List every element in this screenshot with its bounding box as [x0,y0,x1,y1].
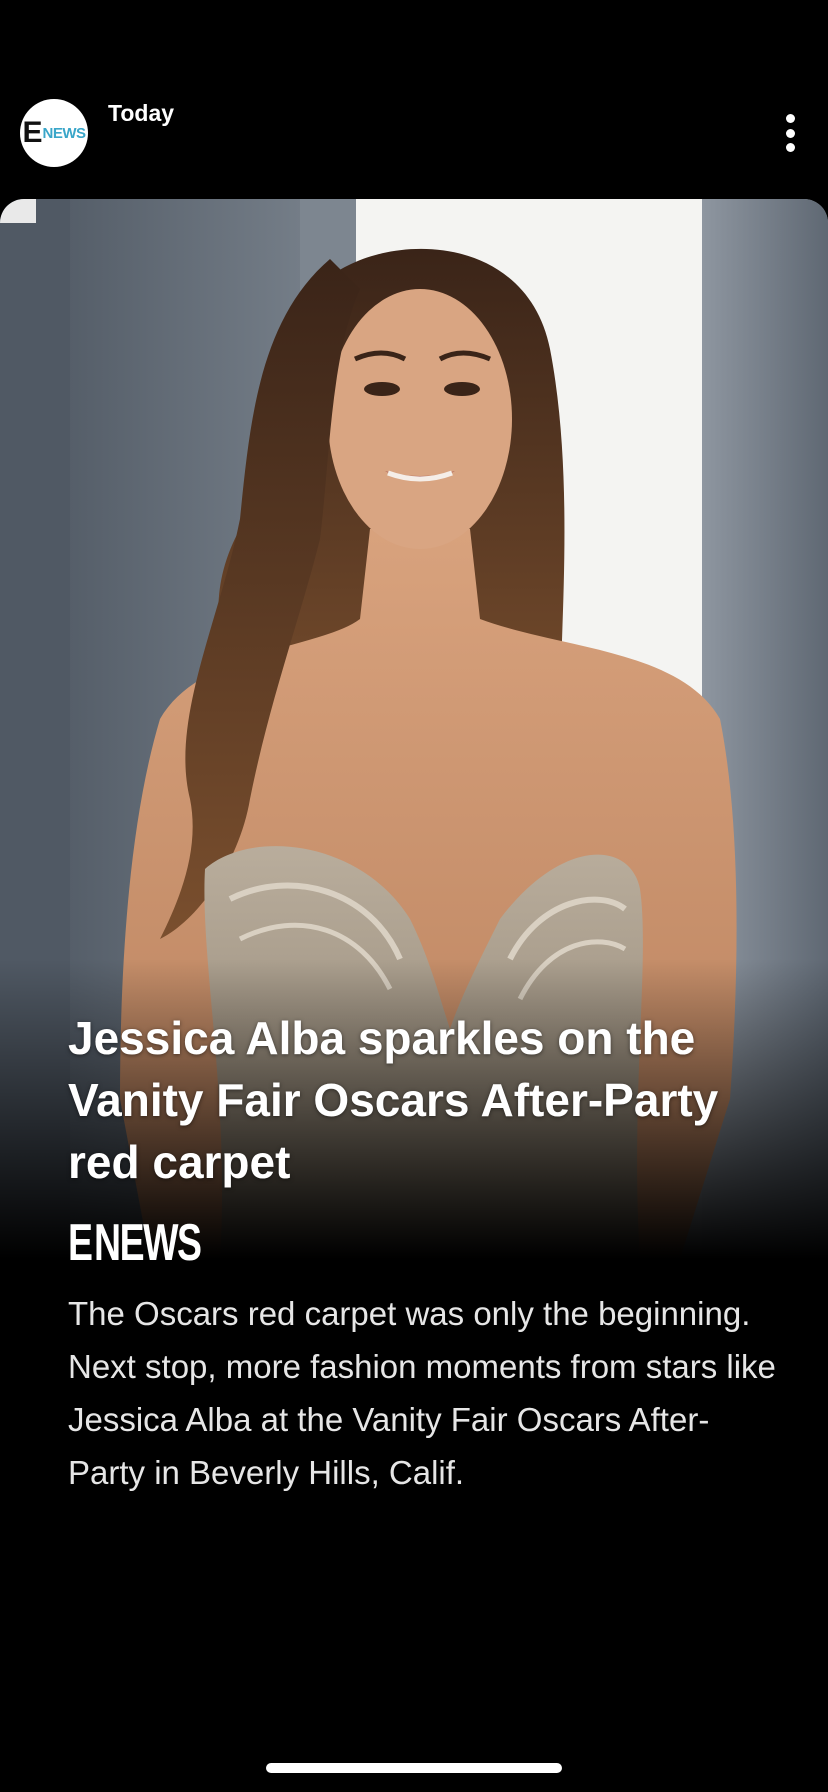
publisher-avatar[interactable]: E NEWS [20,99,88,167]
story-screen: E NEWS Today Jessica Alba sparkles on th… [0,0,828,1792]
avatar-logo-e: E [22,116,42,149]
home-indicator[interactable] [266,1763,562,1773]
story-description: The Oscars red carpet was only the begin… [68,1295,776,1491]
logo-news: NEWS [94,1214,202,1272]
story-card[interactable]: Jessica Alba sparkles on the Vanity Fair… [0,199,828,1792]
more-vertical-icon [785,114,795,123]
story-title: Jessica Alba sparkles on the Vanity Fair… [68,1012,719,1188]
avatar-logo-news: NEWS [42,124,87,142]
more-options-button[interactable] [770,110,810,156]
e-news-logo: E NEWS [68,1217,242,1269]
story-header: E NEWS Today [0,0,828,198]
story-timestamp: Today [108,100,175,126]
logo-e: E [68,1214,93,1272]
